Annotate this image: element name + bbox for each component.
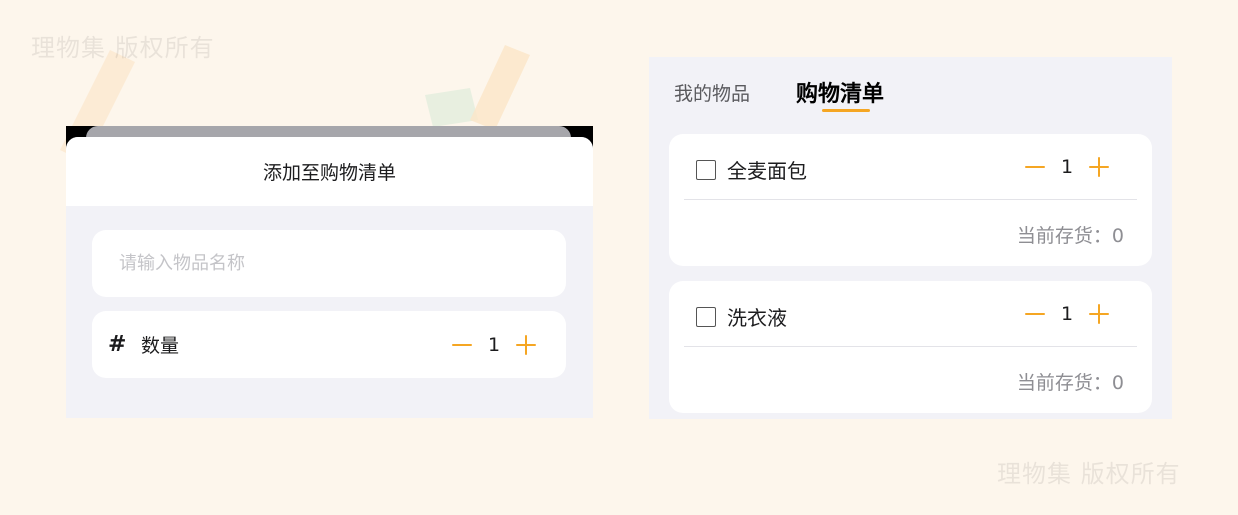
quantity-value: 1 [1060,303,1074,325]
plus-button[interactable] [513,332,539,358]
item-checkbox[interactable] [696,306,716,327]
item-header: 洗衣液 [696,302,787,331]
minus-button[interactable] [449,332,475,358]
add-to-list-sheet: 添加至购物清单 # 数量 1 [66,137,593,418]
minus-button[interactable] [1022,301,1048,327]
stock-value: 0 [1111,372,1124,394]
stock-info: 当前存货：0 [1017,221,1124,248]
item-checkbox[interactable] [696,159,716,180]
quantity-stepper: 1 [1022,301,1112,327]
item-name: 洗衣液 [727,306,787,330]
minus-button[interactable] [1022,154,1048,180]
quantity-stepper: 1 [449,332,539,358]
item-header: 全麦面包 [696,155,807,184]
plus-button[interactable] [1086,154,1112,180]
item-name-input[interactable] [92,230,566,297]
stock-info: 当前存货：0 [1017,368,1124,395]
item-name: 全麦面包 [727,159,807,183]
add-to-list-screen: 添加至购物清单 # 数量 1 [66,126,593,418]
quantity-label: 数量 [141,335,180,357]
minus-icon [452,344,472,346]
quantity-value: 1 [1060,156,1074,178]
list-item: 全麦面包 1 当前存货：0 [669,134,1152,266]
stock-label: 当前存货： [1016,225,1112,247]
plus-button[interactable] [1086,301,1112,327]
shopping-list-screen: 我的物品 购物清单 全麦面包 1 当前存货：0 洗衣液 1 当前存货：0 [649,57,1172,419]
sheet-header: 添加至购物清单 [66,137,593,206]
hash-icon: # [108,332,127,357]
list-item: 洗衣液 1 当前存货：0 [669,281,1152,413]
tab-shopping-list[interactable]: 购物清单 [796,76,884,108]
stock-label: 当前存货： [1016,372,1112,394]
minus-icon [1025,166,1045,168]
quantity-stepper: 1 [1022,154,1112,180]
divider [684,199,1137,200]
quantity-value: 1 [487,334,501,356]
active-tab-indicator [822,109,870,112]
minus-icon [1025,313,1045,315]
divider [684,346,1137,347]
quantity-row: # 数量 1 [92,311,566,378]
stock-value: 0 [1111,225,1124,247]
sheet-title: 添加至购物清单 [262,162,396,184]
watermark: 理物集 版权所有 [997,460,1181,488]
tab-my-items[interactable]: 我的物品 [674,79,750,106]
watermark: 理物集 版权所有 [31,34,215,62]
